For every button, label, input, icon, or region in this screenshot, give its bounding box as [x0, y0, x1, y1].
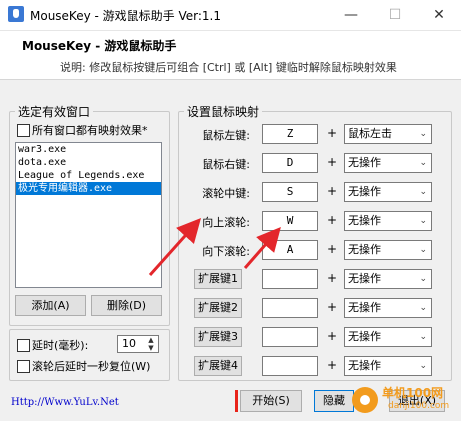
hide-button[interactable]: 隐藏 — [314, 390, 354, 412]
watermark-title: 单机100网 — [382, 386, 444, 400]
watermark-logo-icon — [352, 387, 378, 413]
red-arrow-up-wheel — [148, 218, 202, 277]
red-arrow-key-w — [243, 226, 281, 269]
watermark-url: danji100.com — [388, 401, 450, 411]
annotation-arrows — [148, 218, 281, 277]
website-link[interactable]: Http://Www.YuLv.Net — [11, 397, 119, 408]
red-marker — [235, 390, 238, 412]
start-button[interactable]: 开始(S) — [240, 390, 302, 412]
